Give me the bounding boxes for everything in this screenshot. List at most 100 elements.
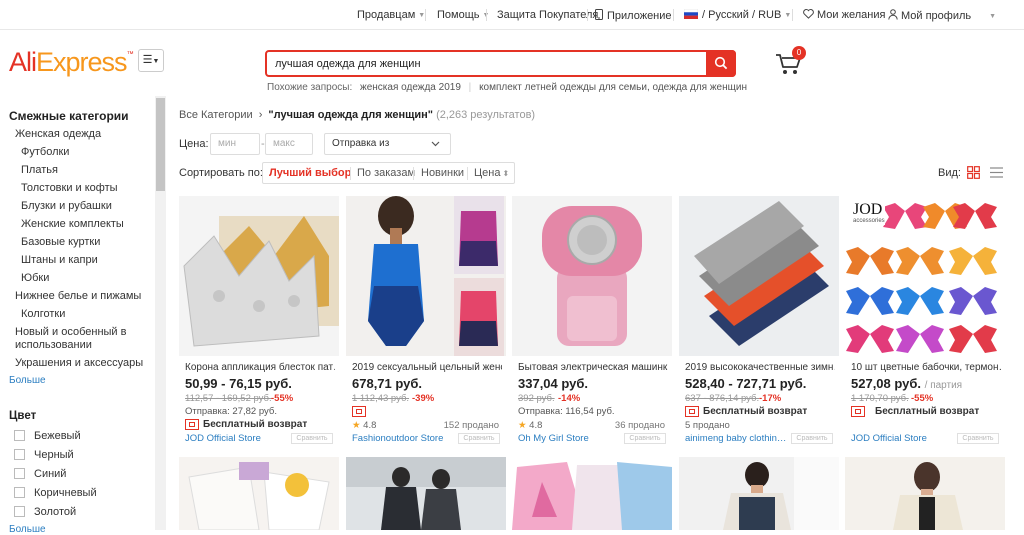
discount-badge: -39% (412, 393, 435, 404)
compare-button[interactable]: Сравнить (458, 433, 500, 444)
divider (587, 9, 588, 21)
aliexpress-logo[interactable]: AliExpress™ (9, 47, 134, 78)
product-image[interactable] (845, 457, 1005, 530)
sort-orders[interactable]: По заказам (357, 167, 415, 179)
wishlist-link[interactable]: Мои желания (803, 9, 885, 21)
color-label: Коричневый (34, 487, 97, 499)
divider: | (468, 82, 472, 93)
cart-button[interactable]: 0 (775, 46, 806, 76)
sidebar-category[interactable]: Новый и особенный в (15, 326, 126, 338)
sidebar-subcategory[interactable]: Колготки (21, 308, 65, 320)
color-option[interactable]: Золотой (14, 506, 76, 518)
sidebar-category[interactable]: Нижнее белье и пижамы (15, 290, 141, 302)
price-value: 527,08 руб. (851, 376, 922, 391)
product-image[interactable] (512, 457, 672, 530)
profile-menu[interactable]: Мой профиль ▼ (888, 9, 996, 22)
compare-button[interactable]: Сравнить (957, 433, 999, 444)
search-box (265, 50, 736, 77)
scrollbar-thumb[interactable] (156, 98, 165, 191)
product-title[interactable]: 10 шт цветные бабочки, термон… (851, 362, 1001, 373)
product-card[interactable] (512, 457, 672, 530)
categories-menu-button[interactable]: ☰▼ (138, 49, 164, 72)
sidebar-subcategory[interactable]: Футболки (21, 146, 69, 158)
product-image[interactable]: JOD accessories (845, 196, 1005, 356)
checkbox[interactable] (14, 449, 25, 460)
product-card[interactable] (679, 457, 839, 530)
product-card[interactable]: 2019 сексуальный цельный женс… 678,71 ру… (346, 196, 506, 448)
related-searches-label: Похожие запросы: (267, 82, 353, 93)
checkbox[interactable] (14, 506, 25, 517)
sellers-menu[interactable]: Продавцам ▼ (357, 9, 425, 21)
store-link[interactable]: JOD Official Store (185, 433, 295, 444)
price-min-input[interactable]: мин (210, 133, 260, 155)
product-old-price: 392 руб. (518, 393, 555, 404)
product-image[interactable] (179, 457, 339, 530)
divider (350, 167, 351, 180)
more-categories-link[interactable]: Больше (9, 375, 46, 386)
region-selector[interactable]: / Русский / RUB ▼ (683, 8, 791, 21)
free-return-icon (851, 406, 865, 417)
grid-view-icon[interactable] (967, 166, 980, 179)
ship-from-select[interactable]: Отправка из (324, 133, 451, 155)
app-link[interactable]: Приложение (595, 9, 672, 22)
related-search-link[interactable]: женская одежда 2019 (360, 82, 461, 93)
price-max-input[interactable]: макс (265, 133, 313, 155)
product-image[interactable] (346, 457, 506, 530)
sidebar-subcategory[interactable]: Блузки и рубашки (21, 200, 112, 212)
color-label: Черный (34, 449, 74, 461)
product-card[interactable] (346, 457, 506, 530)
color-option[interactable]: Синий (14, 468, 66, 480)
sidebar-subcategory[interactable]: Штаны и капри (21, 254, 98, 266)
breadcrumb-root-link[interactable]: Все Категории (179, 109, 253, 121)
product-title[interactable]: 2019 высококачественные зимн… (685, 362, 835, 373)
sidebar-category[interactable]: Женская одежда (15, 128, 101, 140)
product-title[interactable]: Корона аппликация блесток пат… (185, 362, 335, 373)
sort-price[interactable]: Цена ⬍ (474, 167, 509, 179)
related-categories-title: Смежные категории (9, 109, 129, 123)
sidebar-category-cont[interactable]: использовании (15, 339, 92, 351)
sidebar-category[interactable]: Украшения и аксессуары (15, 357, 143, 369)
list-view-icon[interactable] (990, 166, 1003, 179)
related-search-link[interactable]: комплект летней одежды для семьи, одежда… (479, 82, 747, 93)
search-input[interactable] (275, 55, 695, 73)
sidebar-subcategory[interactable]: Толстовки и кофты (21, 182, 118, 194)
sidebar-subcategory[interactable]: Платья (21, 164, 58, 176)
search-button[interactable] (706, 50, 736, 77)
product-card[interactable] (179, 457, 339, 530)
product-image[interactable] (179, 196, 339, 356)
chevron-down-icon: ▼ (989, 13, 997, 20)
product-image[interactable] (679, 196, 839, 356)
product-title[interactable]: 2019 сексуальный цельный женс… (352, 362, 502, 373)
compare-button[interactable]: Сравнить (624, 433, 666, 444)
product-card[interactable] (845, 457, 1005, 530)
sort-newest[interactable]: Новинки (421, 167, 464, 179)
sidebar-subcategory[interactable]: Базовые куртки (21, 236, 100, 248)
product-card[interactable]: JOD accessories 10 шт цветные бабочки, т… (845, 196, 1005, 448)
product-card[interactable]: Бытовая электрическая машинк… 337,04 руб… (512, 196, 672, 448)
checkbox[interactable] (14, 468, 25, 479)
store-link[interactable]: Oh My Girl Store (518, 433, 628, 444)
product-card[interactable]: Корона аппликация блесток пат… 50,99 - 7… (179, 196, 339, 448)
product-title[interactable]: Бытовая электрическая машинк… (518, 362, 668, 373)
discount-badge: -55% (271, 393, 294, 404)
store-link[interactable]: JOD Official Store (851, 433, 961, 444)
compare-button[interactable]: Сравнить (791, 433, 833, 444)
product-card[interactable]: 2019 высококачественные зимн… 528,40 - 7… (679, 196, 839, 448)
compare-button[interactable]: Сравнить (291, 433, 333, 444)
help-menu[interactable]: Помощь▼ (437, 9, 489, 21)
sidebar-subcategory[interactable]: Юбки (21, 272, 49, 284)
store-link[interactable]: Fashionoutdoor Store (352, 433, 462, 444)
store-link[interactable]: ainimeng baby clothin… (685, 433, 795, 444)
color-option[interactable]: Черный (14, 449, 74, 461)
sort-best-match[interactable]: Лучший выбор (269, 167, 351, 179)
product-image[interactable] (346, 196, 506, 356)
sidebar-subcategory[interactable]: Женские комплекты (21, 218, 124, 230)
breadcrumb: Все Категории › "лучшая одежда для женщи… (179, 109, 535, 121)
color-option[interactable]: Бежевый (14, 430, 81, 442)
product-image[interactable] (679, 457, 839, 530)
checkbox[interactable] (14, 487, 25, 498)
checkbox[interactable] (14, 430, 25, 441)
color-option[interactable]: Коричневый (14, 487, 97, 499)
product-image[interactable] (512, 196, 672, 356)
buyer-protection-link[interactable]: Защита Покупателя (497, 9, 598, 21)
